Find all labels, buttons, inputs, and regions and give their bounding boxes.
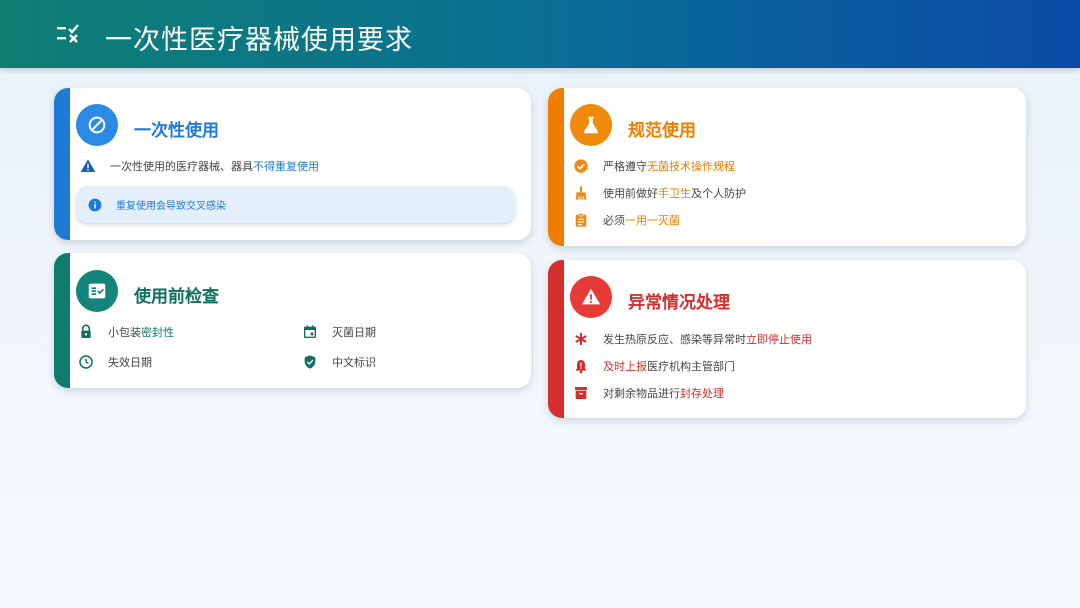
lock-icon	[78, 324, 94, 340]
standard-use-highlight: 无菌技术操作规程	[647, 160, 735, 173]
pre-check-item: 小包装 密封性	[78, 324, 174, 340]
card-accent-bar	[548, 260, 564, 418]
archive-icon	[573, 385, 589, 401]
pre-check-item: 中文标识	[302, 354, 376, 370]
info-text: 重复使用会导致交叉感染	[116, 201, 226, 212]
single-use-rule-highlight: 不得重复使用	[253, 160, 319, 173]
standard-use-text: 严格遵守	[603, 160, 647, 173]
standard-use-text: 必须	[603, 214, 625, 227]
pre-check-item: 灭菌日期	[302, 324, 376, 340]
card-accent-bar	[548, 88, 564, 246]
abnormal-item: 对剩余物品进行 封存处理	[573, 385, 724, 401]
clipboard-icon	[573, 212, 589, 228]
abnormal-text: 对剩余物品进行	[603, 387, 680, 400]
card-title-standard-use: 规范使用	[628, 121, 696, 141]
pre-check-highlight: 密封性	[141, 326, 174, 339]
clock-icon	[78, 354, 94, 370]
standard-use-item: 必须 一用一灭菌	[573, 212, 680, 228]
page-header: 一次性医疗器械使用要求	[0, 0, 1080, 68]
card-title-single-use: 一次性使用	[134, 121, 219, 141]
fact-check-icon	[76, 270, 118, 312]
hand-wash-icon	[573, 185, 589, 201]
asterisk-icon	[573, 331, 589, 347]
pre-check-text: 小包装	[108, 326, 141, 339]
pre-check-text: 失效日期	[108, 356, 152, 369]
single-use-rule: 一次性使用的医疗器械、器具 不得重复使用	[80, 158, 319, 174]
page-title: 一次性医疗器械使用要求	[105, 25, 413, 56]
abnormal-text: 发生热原反应、感染等异常时	[603, 333, 746, 346]
block-icon	[76, 104, 118, 146]
calendar-icon	[302, 324, 318, 340]
abnormal-highlight: 及时上报	[603, 360, 647, 373]
single-use-rule-text: 一次性使用的医疗器械、器具	[110, 160, 253, 173]
flask-icon	[570, 104, 612, 146]
pre-check-item: 失效日期	[78, 354, 152, 370]
alert-icon	[570, 276, 612, 318]
standard-use-text: 使用前做好	[603, 187, 658, 200]
check-circle-icon	[573, 158, 589, 174]
info-icon	[88, 198, 102, 212]
card-title-pre-check: 使用前检查	[134, 287, 219, 307]
pre-check-text: 中文标识	[332, 356, 376, 369]
standard-use-highlight: 手卫生	[658, 187, 691, 200]
warning-icon	[80, 158, 96, 174]
card-accent-bar	[54, 253, 70, 388]
abnormal-item: 发生热原反应、感染等异常时 立即停止使用	[573, 331, 812, 347]
notification-alert-icon	[573, 358, 589, 374]
info-box: 重复使用会导致交叉感染	[76, 186, 515, 223]
standard-use-highlight: 一用一灭菌	[625, 214, 680, 227]
card-accent-bar	[54, 88, 70, 240]
standard-use-item: 使用前做好 手卫生 及个人防护	[573, 185, 746, 201]
checklist-icon	[57, 24, 79, 43]
abnormal-after: 医疗机构主管部门	[647, 360, 735, 373]
card-title-abnormal: 异常情况处理	[628, 293, 730, 313]
abnormal-highlight: 封存处理	[680, 387, 724, 400]
abnormal-item: 及时上报 医疗机构主管部门	[573, 358, 735, 374]
pre-check-text: 灭菌日期	[332, 326, 376, 339]
shield-check-icon	[302, 354, 318, 370]
standard-use-after: 及个人防护	[691, 187, 746, 200]
standard-use-item: 严格遵守 无菌技术操作规程	[573, 158, 735, 174]
abnormal-highlight: 立即停止使用	[746, 333, 812, 346]
